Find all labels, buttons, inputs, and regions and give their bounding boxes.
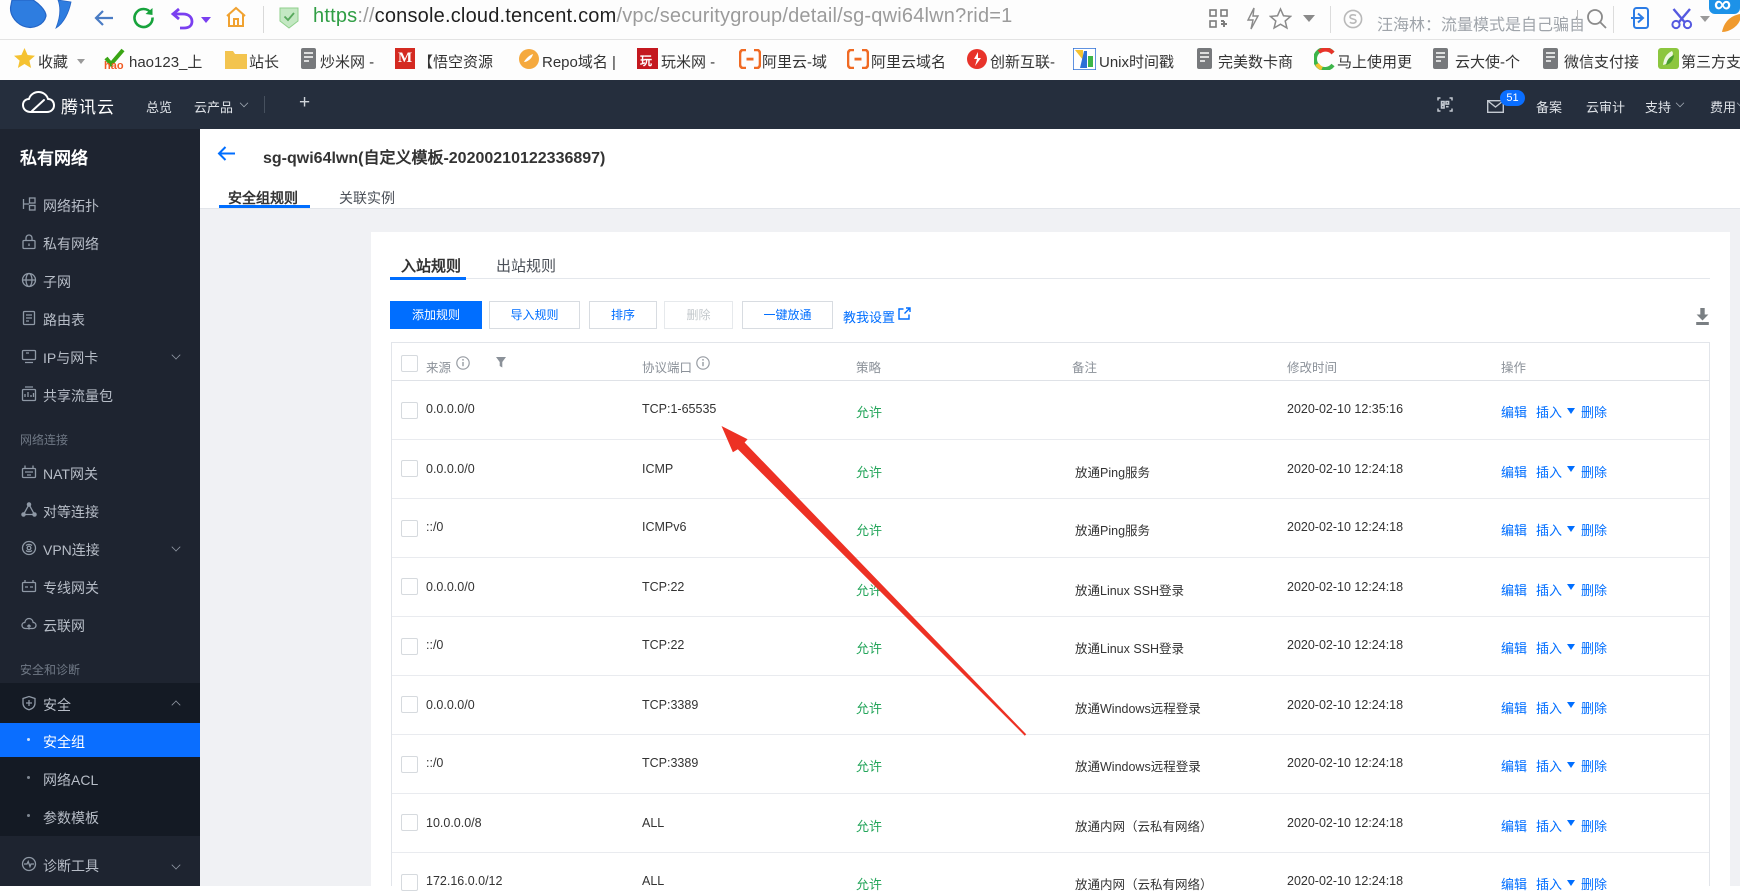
svg-text:hao: hao xyxy=(104,60,124,70)
